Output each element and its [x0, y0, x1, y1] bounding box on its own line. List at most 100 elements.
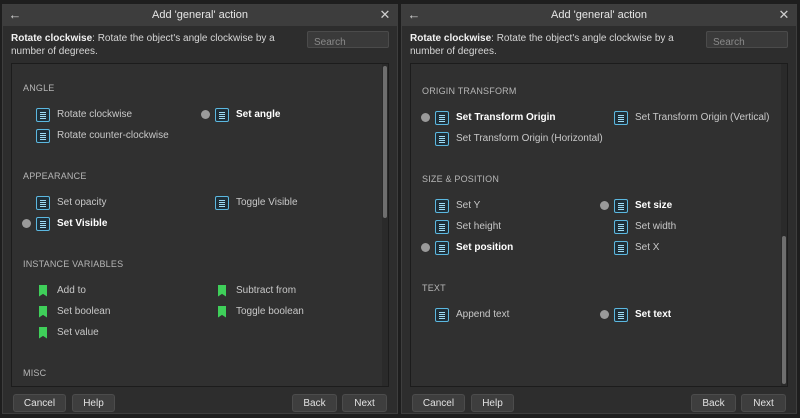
scrollbar[interactable] — [382, 64, 388, 386]
scrollbar[interactable] — [781, 64, 787, 386]
action-item-set-opacity[interactable]: Set opacity — [12, 192, 191, 213]
back-button[interactable]: Back — [691, 394, 736, 412]
section-title: INSTANCE VARIABLES — [23, 259, 124, 269]
action-item-label: Set position — [456, 242, 514, 253]
section-angle: ANGLE Rotate clockwise Set angle Rotate cou… — [12, 80, 388, 146]
section-title: MISC — [23, 368, 47, 378]
section-origin-transform: ORIGIN TRANSFORM Set Transform Origin Set … — [411, 83, 787, 149]
action-name: Rotate clockwise — [410, 33, 492, 44]
script-file-icon — [614, 198, 628, 213]
search-box[interactable] — [307, 31, 389, 50]
dialog-titlebar: ← Add 'general' action ✕ — [3, 5, 397, 26]
action-item-set-transform-origin[interactable]: Set Transform Origin — [411, 107, 590, 128]
section-title: APPEARANCE — [23, 171, 87, 181]
action-item-label: Append text — [456, 309, 510, 320]
action-items: Add to Subtract from Set boolean Toggle boo… — [12, 280, 388, 343]
close-icon[interactable]: ✕ — [776, 7, 792, 23]
variable-tag-icon — [39, 326, 47, 339]
action-item-label: Set Visible — [57, 218, 108, 229]
action-item-toggle-boolean[interactable]: Toggle boolean — [191, 301, 370, 322]
script-file-icon — [435, 131, 449, 146]
search-input[interactable] — [707, 35, 787, 50]
script-file-icon — [435, 198, 449, 213]
script-file-icon — [614, 110, 628, 125]
scrollbar-thumb[interactable] — [782, 236, 786, 384]
help-button[interactable]: Help — [72, 394, 115, 412]
action-item-set-value[interactable]: Set value — [12, 322, 191, 343]
action-item-label: Set Transform Origin — [456, 112, 556, 123]
action-list[interactable]: ANGLE Rotate clockwise Set angle Rotate cou… — [11, 63, 389, 387]
section-text: TEXT Append text Set text — [411, 280, 787, 325]
search-box[interactable] — [706, 31, 788, 50]
section-instance-variables: INSTANCE VARIABLES Add to Subtract from Set… — [12, 256, 388, 343]
next-button[interactable]: Next — [342, 394, 387, 412]
action-item-label: Rotate counter-clockwise — [57, 130, 169, 141]
variable-tag-icon — [218, 305, 226, 318]
action-item-set-angle[interactable]: Set angle — [191, 104, 370, 125]
script-file-icon — [215, 107, 229, 122]
action-item-label: Rotate clockwise — [57, 109, 133, 120]
script-file-icon — [435, 240, 449, 255]
search-input[interactable] — [308, 35, 388, 50]
next-button[interactable]: Next — [741, 394, 786, 412]
cancel-button[interactable]: Cancel — [13, 394, 66, 412]
action-item-set-text[interactable]: Set text — [590, 304, 769, 325]
selection-dot-icon — [201, 110, 210, 119]
action-item-set-visible[interactable]: Set Visible — [12, 213, 191, 234]
selection-dot-icon — [22, 219, 31, 228]
section-title: ANGLE — [23, 83, 55, 93]
action-list-content: ANGLE Rotate clockwise Set angle Rotate cou… — [12, 64, 388, 381]
action-item-set-y[interactable]: Set Y — [411, 195, 590, 216]
cancel-button[interactable]: Cancel — [412, 394, 465, 412]
selection-dot-icon — [421, 243, 430, 252]
action-item-set-position[interactable]: Set position — [411, 237, 590, 258]
action-item-label: Set text — [635, 309, 672, 320]
action-item-append-text[interactable]: Append text — [411, 304, 590, 325]
action-item-label: Set Y — [456, 200, 481, 211]
action-item-set-boolean[interactable]: Set boolean — [12, 301, 191, 322]
section-title: ORIGIN TRANSFORM — [422, 86, 517, 96]
script-file-icon — [215, 195, 229, 210]
script-file-icon — [614, 219, 628, 234]
action-name: Rotate clockwise — [11, 33, 93, 44]
action-items: Set opacity Toggle Visible Set Visible — [12, 192, 388, 234]
action-item-set-x[interactable]: Set X — [590, 237, 769, 258]
action-item-label: Toggle boolean — [236, 306, 304, 317]
add-action-dialog-left: ← Add 'general' action ✕ Rotate clockwis… — [2, 4, 398, 414]
help-button[interactable]: Help — [471, 394, 514, 412]
section-misc: MISC — [12, 365, 388, 381]
action-item-set-width[interactable]: Set width — [590, 216, 769, 237]
variable-tag-icon — [39, 284, 47, 297]
action-list[interactable]: Set from JSONORIGIN TRANSFORMSet Transfo… — [410, 63, 788, 387]
add-action-dialog-right: ← Add 'general' action ✕ Rotate clockwis… — [401, 4, 797, 414]
script-file-icon — [36, 195, 50, 210]
script-file-icon — [36, 216, 50, 231]
action-item-rotate-clockwise[interactable]: Rotate clockwise — [12, 104, 191, 125]
action-list-content: Set from JSONORIGIN TRANSFORMSet Transfo… — [411, 64, 787, 325]
action-items: Rotate clockwise Set angle Rotate counter-… — [12, 104, 388, 146]
action-item-set-height[interactable]: Set height — [411, 216, 590, 237]
action-item-add-to[interactable]: Add to — [12, 280, 191, 301]
script-file-icon — [435, 110, 449, 125]
section-title: SIZE & POSITION — [422, 174, 500, 184]
script-file-icon — [36, 107, 50, 122]
script-file-icon — [36, 128, 50, 143]
action-item-label: Set height — [456, 221, 502, 232]
action-item-set-size[interactable]: Set size — [590, 195, 769, 216]
action-item-label: Set Transform Origin (Vertical) — [635, 112, 770, 123]
script-file-icon — [435, 219, 449, 234]
action-item-label: Set size — [635, 200, 673, 211]
action-item-toggle-visible[interactable]: Toggle Visible — [191, 192, 370, 213]
close-icon[interactable]: ✕ — [377, 7, 393, 23]
action-item-subtract-from[interactable]: Subtract from — [191, 280, 370, 301]
action-items: Set Transform Origin Set Transform Origin… — [411, 107, 787, 149]
action-items: Append text Set text — [411, 304, 787, 325]
action-item-set-transform-origin-horizontal[interactable]: Set Transform Origin (Horizontal) — [411, 128, 603, 149]
scrollbar-thumb[interactable] — [383, 66, 387, 218]
action-item-rotate-counter-clockwise[interactable]: Rotate counter-clockwise — [12, 125, 191, 146]
variable-tag-icon — [218, 284, 226, 297]
section-size-position: SIZE & POSITION Set Y Set size Set height Se… — [411, 171, 787, 258]
action-item-label: Toggle Visible — [236, 197, 298, 208]
action-item-set-transform-origin-vertical[interactable]: Set Transform Origin (Vertical) — [590, 107, 769, 128]
back-button[interactable]: Back — [292, 394, 337, 412]
